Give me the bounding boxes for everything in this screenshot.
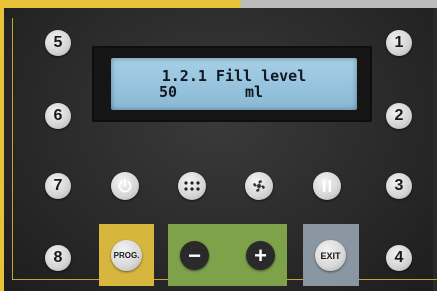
minus-button[interactable]: − (180, 241, 209, 270)
key-5[interactable]: 5 (45, 30, 71, 56)
pause-icon (323, 180, 331, 192)
fan-icon (253, 180, 265, 192)
power-icon (118, 178, 132, 193)
key-6[interactable]: 6 (45, 103, 71, 129)
key-8[interactable]: 8 (45, 245, 71, 271)
key-7[interactable]: 7 (45, 173, 71, 199)
left-guide-line (12, 18, 13, 280)
key-4[interactable]: 4 (386, 245, 412, 271)
power-button[interactable] (111, 172, 139, 200)
lcd-line-1: 1.2.1 Fill level (161, 67, 307, 85)
top-strip (0, 0, 437, 8)
plus-button[interactable]: + (246, 241, 275, 270)
key-3[interactable]: 3 (386, 173, 412, 199)
key-2[interactable]: 2 (386, 103, 412, 129)
dots-icon (184, 181, 200, 191)
fan-button[interactable] (245, 172, 273, 200)
keypad-button[interactable] (178, 172, 206, 200)
key-1[interactable]: 1 (386, 30, 412, 56)
exit-button[interactable]: EXIT (315, 240, 346, 271)
pause-button[interactable] (313, 172, 341, 200)
fill-level-unit: ml (245, 83, 264, 101)
prog-button[interactable]: PROG. (111, 240, 142, 271)
fill-level-value: 50 (159, 83, 178, 101)
lcd-display: 1.2.1 Fill level 50 ml (111, 58, 357, 110)
